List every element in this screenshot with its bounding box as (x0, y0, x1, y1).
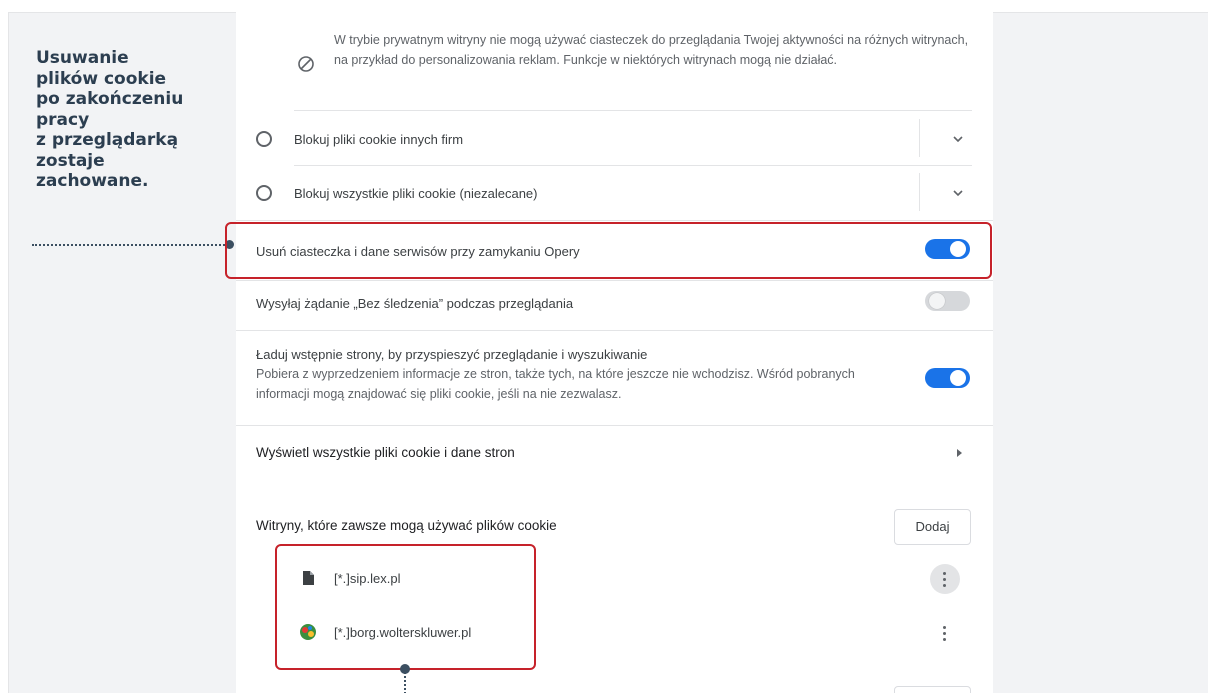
block-icon (296, 54, 316, 74)
view-all-cookies-link[interactable]: Wyświetl wszystkie pliki cookie i dane s… (256, 445, 515, 460)
divider (294, 165, 972, 166)
annotation-leader-line (404, 672, 406, 693)
radio-block-third-party[interactable] (256, 131, 272, 147)
annotation-line: zostaje (36, 150, 105, 171)
annotation-line: zachowane. (36, 171, 149, 191)
chevron-down-icon[interactable] (951, 186, 965, 200)
annotation-line: po zakończeniu (36, 89, 184, 109)
radio-label-block-third-party[interactable]: Blokuj pliki cookie innych firm (294, 132, 463, 147)
annotation-line: pracy (36, 109, 90, 130)
annotation-leader-line (32, 244, 228, 246)
more-options-icon[interactable] (930, 564, 960, 594)
divider (236, 280, 993, 281)
divider (236, 330, 993, 331)
divider-vertical (919, 173, 920, 211)
divider (236, 425, 993, 426)
radio-block-all[interactable] (256, 185, 272, 201)
toggle-do-not-track[interactable] (925, 291, 970, 311)
toggle-label-do-not-track: Wysyłaj żądanie „Bez śledzenia” podczas … (256, 296, 574, 311)
divider-vertical (919, 119, 920, 157)
highlight-box-clear-on-exit (225, 222, 992, 279)
radio-label-block-all[interactable]: Blokuj wszystkie pliki cookie (niezaleca… (294, 186, 538, 201)
annotation-text: Usuwanie plików cookie po zakończeniu pr… (36, 48, 216, 192)
annotation-line: plików cookie (36, 68, 167, 89)
divider (236, 220, 993, 221)
allowed-sites-heading: Witryny, które zawsze mogą używać plików… (256, 518, 557, 533)
preload-description: Pobiera z wyprzedzeniem informacje ze st… (256, 367, 855, 401)
toggle-knob (950, 370, 966, 386)
more-options-icon[interactable] (930, 618, 960, 648)
chevron-right-icon[interactable] (952, 446, 966, 460)
highlight-box-sites (275, 544, 536, 670)
private-mode-note: W trybie prywatnym witryny nie mogą używ… (334, 33, 969, 67)
add-site-button[interactable]: Dodaj (894, 509, 971, 545)
add-site-button-cutoff[interactable] (894, 686, 971, 693)
chevron-down-icon[interactable] (951, 132, 965, 146)
annotation-line: Usuwanie (36, 48, 129, 68)
toggle-knob (929, 293, 945, 309)
toggle-preload[interactable] (925, 368, 970, 388)
toggle-label-preload: Ładuj wstępnie strony, by przyspieszyć p… (256, 347, 648, 362)
divider (294, 110, 972, 111)
annotation-line: z przeglądarką (36, 130, 179, 150)
